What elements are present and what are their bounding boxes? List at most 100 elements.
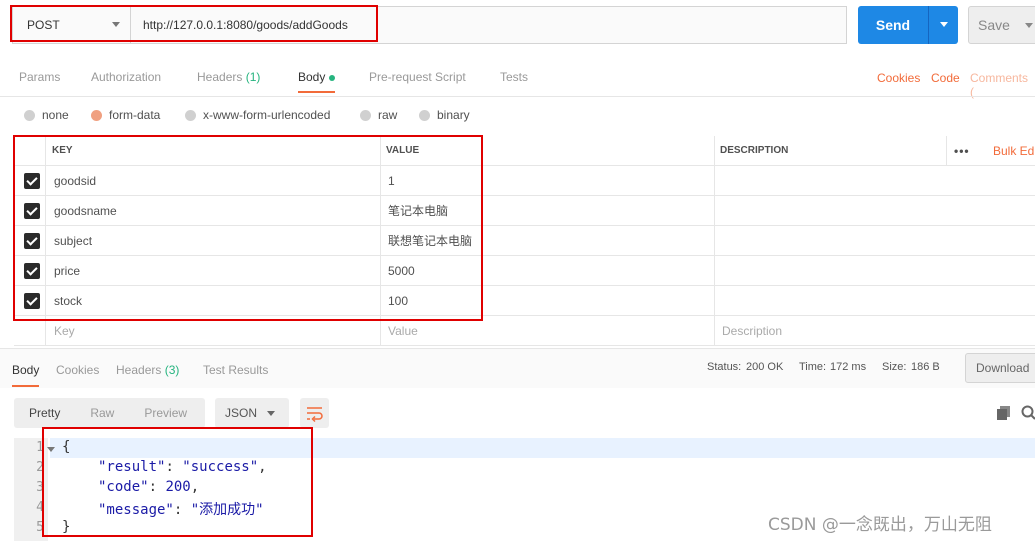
wrap-lines-icon — [307, 407, 323, 423]
tab-headers-label: Headers — [197, 70, 243, 84]
code-line: "message": "添加成功" — [98, 502, 264, 518]
checkbox-icon[interactable] — [24, 172, 40, 189]
radio-form-data-label: form-data — [109, 108, 161, 122]
json-key: "result" — [98, 459, 166, 475]
json-value: "success" — [182, 459, 259, 475]
table-row: stock 100 — [14, 286, 1035, 316]
format-select[interactable]: JSON — [215, 398, 289, 428]
send-button[interactable]: Send — [858, 6, 958, 44]
active-line-highlight — [50, 438, 1035, 458]
wrap-lines-button[interactable] — [300, 398, 329, 428]
method-label: POST — [27, 18, 60, 32]
checkbox-icon[interactable] — [24, 202, 40, 219]
status-dot-icon — [329, 74, 336, 81]
tab-headers[interactable]: Headers (1) — [197, 70, 260, 84]
json-value: 200 — [165, 479, 191, 495]
key-placeholder[interactable]: Key — [54, 316, 75, 345]
line-number: 2 — [36, 460, 44, 475]
tab-body[interactable]: Body — [298, 70, 336, 93]
response-tab-test-results[interactable]: Test Results — [203, 363, 268, 377]
code-link[interactable]: Code — [931, 71, 960, 85]
close-brace: } — [62, 519, 71, 535]
method-select[interactable]: POST — [13, 7, 131, 43]
response-headers-count: (3) — [164, 363, 180, 377]
time-value: 172 ms — [830, 361, 867, 373]
radio-icon — [185, 109, 196, 121]
size-value: 186 B — [911, 361, 940, 373]
url-input[interactable]: http://127.0.0.1:8080/goods/addGoods — [131, 7, 846, 43]
value-cell[interactable]: 联想笔记本电脑 — [388, 226, 472, 255]
description-column-header: DESCRIPTION — [720, 145, 789, 156]
checkbox-icon[interactable] — [24, 292, 40, 309]
code-line: { — [62, 439, 70, 455]
value-placeholder[interactable]: Value — [388, 316, 418, 345]
value-cell[interactable]: 100 — [388, 286, 408, 315]
search-icon[interactable] — [1021, 405, 1035, 421]
json-key: "message" — [98, 502, 174, 518]
bulk-edit-link[interactable]: Bulk Ed — [993, 136, 1034, 165]
send-dropdown-icon[interactable] — [928, 6, 958, 44]
comments-link[interactable]: Comments ( — [970, 71, 1035, 99]
checkbox-icon[interactable] — [24, 232, 40, 249]
chevron-down-icon[interactable] — [1025, 23, 1033, 28]
size-label: Size: — [882, 361, 907, 373]
radio-raw-label: raw — [378, 108, 398, 122]
view-pretty-button[interactable]: Pretty — [14, 406, 75, 420]
response-tab-body[interactable]: Body — [12, 363, 40, 387]
watermark: CSDN @一念既出，万山无阻 — [768, 515, 992, 535]
value-cell[interactable]: 笔记本电脑 — [388, 196, 448, 225]
radio-urlencoded[interactable]: x-www-form-urlencoded — [185, 108, 330, 122]
checkbox-icon[interactable] — [24, 262, 40, 279]
key-column-header: KEY — [52, 145, 73, 156]
response-tab-headers[interactable]: Headers (3) — [116, 363, 179, 377]
table-header: KEY VALUE DESCRIPTION ••• Bulk Ed — [14, 136, 1035, 166]
key-cell[interactable]: price — [54, 256, 80, 285]
value-cell[interactable]: 5000 — [388, 256, 415, 285]
view-mode-group: Pretty Raw Preview — [14, 398, 205, 428]
key-cell[interactable]: subject — [54, 226, 92, 255]
radio-urlencoded-label: x-www-form-urlencoded — [203, 108, 331, 122]
save-label: Save — [978, 17, 1010, 33]
tab-tests[interactable]: Tests — [500, 70, 528, 84]
response-tab-headers-label: Headers — [116, 363, 162, 377]
key-cell[interactable]: goodsname — [54, 196, 117, 225]
save-button[interactable]: Save — [968, 6, 1035, 44]
radio-raw[interactable]: raw — [360, 108, 397, 122]
json-key: "code" — [98, 479, 149, 495]
open-brace: { — [62, 439, 71, 455]
tab-params[interactable]: Params — [19, 70, 60, 84]
radio-none[interactable]: none — [24, 108, 69, 122]
radio-binary[interactable]: binary — [419, 108, 470, 122]
cookies-link[interactable]: Cookies — [877, 71, 920, 85]
radio-selected-icon — [91, 109, 102, 121]
copy-icon[interactable] — [997, 406, 1011, 420]
radio-form-data[interactable]: form-data — [91, 108, 160, 122]
chevron-down-icon — [112, 22, 120, 27]
code-line: "result": "success", — [98, 459, 267, 475]
line-number: 4 — [36, 500, 44, 515]
description-placeholder[interactable]: Description — [722, 316, 782, 345]
radio-icon — [24, 109, 35, 121]
radio-icon — [419, 109, 430, 121]
line-number: 5 — [36, 520, 44, 535]
status-value: 200 OK — [746, 361, 784, 373]
tab-authorization[interactable]: Authorization — [91, 70, 161, 84]
key-cell[interactable]: goodsid — [54, 166, 96, 195]
view-preview-button[interactable]: Preview — [129, 406, 202, 420]
value-column-header: VALUE — [386, 145, 420, 156]
line-number: 1 — [36, 440, 44, 455]
more-options-icon[interactable]: ••• — [954, 136, 970, 165]
response-tab-cookies[interactable]: Cookies — [56, 363, 99, 377]
tab-prerequest[interactable]: Pre-request Script — [369, 70, 466, 84]
value-cell[interactable]: 1 — [388, 166, 395, 195]
radio-icon — [360, 109, 371, 121]
table-row: price 5000 — [14, 256, 1035, 286]
view-raw-button[interactable]: Raw — [75, 406, 129, 420]
radio-none-label: none — [42, 108, 69, 122]
download-button[interactable]: Download — [965, 353, 1035, 383]
radio-binary-label: binary — [437, 108, 470, 122]
fold-icon[interactable] — [47, 447, 55, 452]
table-row-new: Key Value Description — [14, 316, 1035, 346]
headers-count: (1) — [245, 70, 261, 84]
key-cell[interactable]: stock — [54, 286, 82, 315]
